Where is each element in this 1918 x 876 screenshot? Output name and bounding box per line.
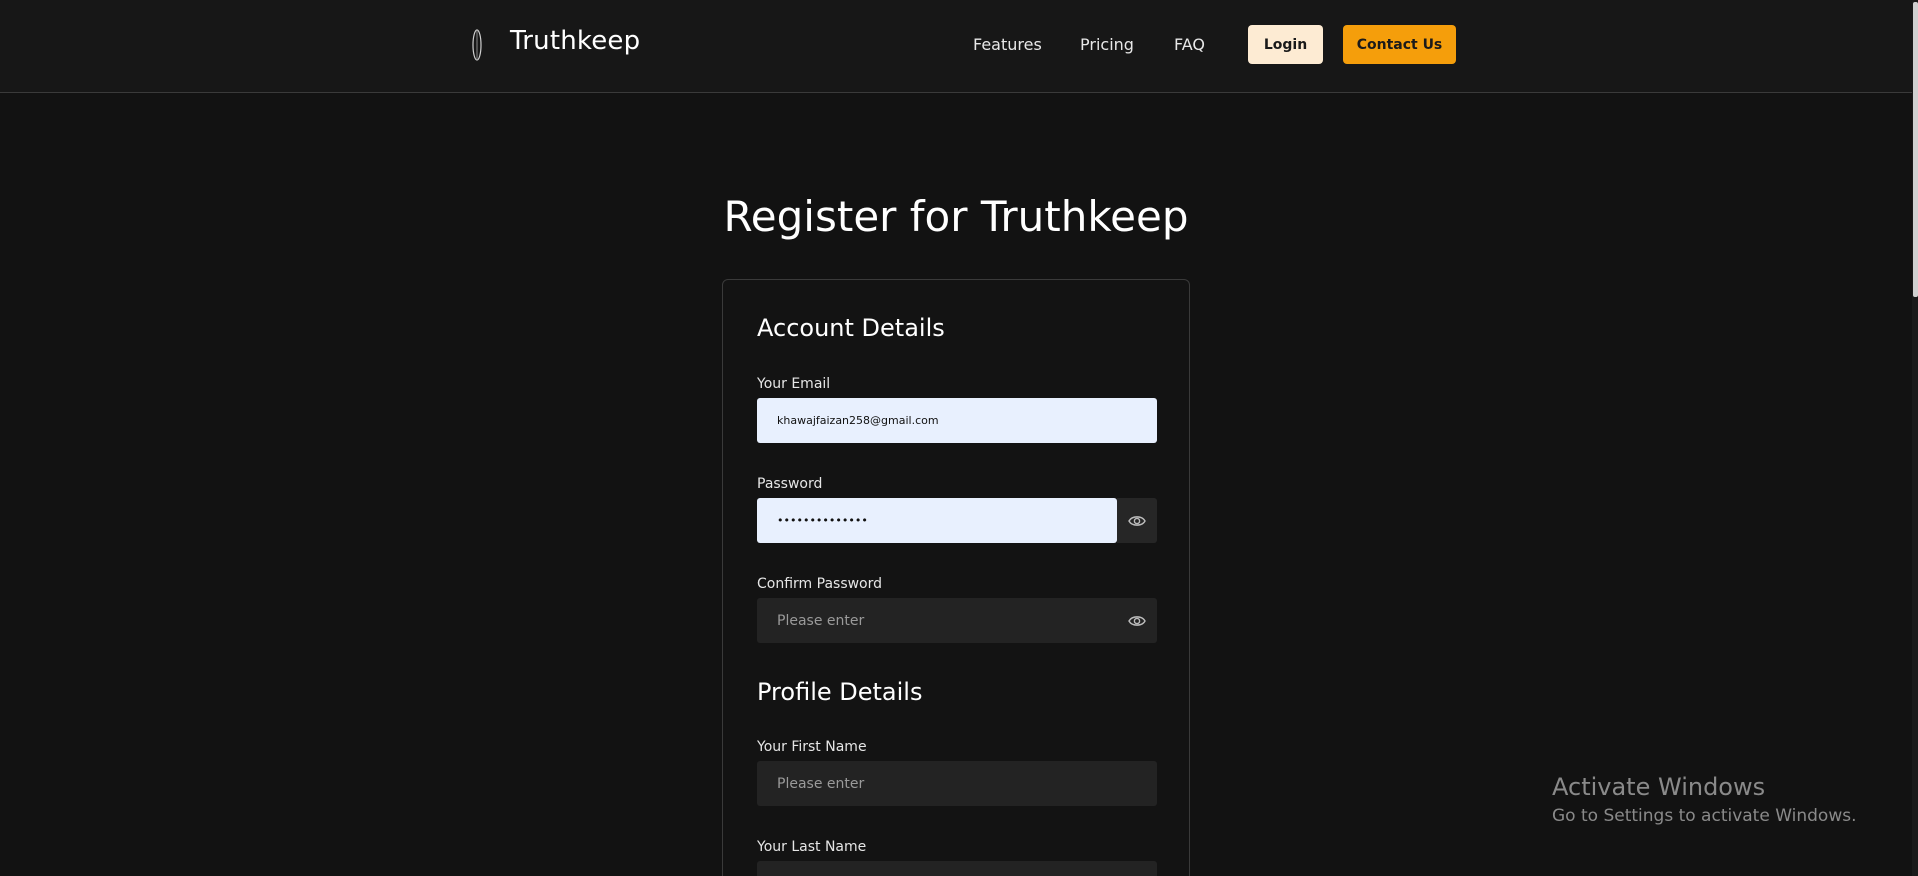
nav-link-faq[interactable]: FAQ (1174, 35, 1205, 54)
account-details-heading: Account Details (757, 314, 945, 342)
profile-details-heading: Profile Details (757, 678, 923, 706)
brand-name[interactable]: Truthkeep (510, 26, 640, 56)
eye-icon (1128, 515, 1146, 526)
email-field[interactable]: khawajfaizan258@gmail.com (757, 398, 1157, 443)
top-navbar: Truthkeep Features Pricing FAQ Login Con… (0, 0, 1918, 93)
last-name-field[interactable] (757, 861, 1157, 876)
nav-link-features[interactable]: Features (973, 35, 1042, 54)
first-name-placeholder: Please enter (777, 775, 865, 792)
first-name-field[interactable]: Please enter (757, 761, 1157, 806)
first-name-label: Your First Name (757, 739, 867, 755)
confirm-password-field[interactable]: Please enter (757, 598, 1157, 643)
eye-icon (1128, 615, 1146, 626)
password-visibility-toggle[interactable] (1117, 498, 1157, 543)
page-title: Register for Truthkeep (723, 192, 1189, 241)
feather-logo-icon[interactable] (468, 26, 486, 64)
page: Truthkeep Features Pricing FAQ Login Con… (0, 0, 1918, 876)
nav-link-pricing[interactable]: Pricing (1080, 35, 1134, 54)
confirm-password-label: Confirm Password (757, 576, 883, 592)
password-value: •••••••••••••• (777, 514, 868, 527)
confirm-password-placeholder: Please enter (777, 612, 865, 629)
registration-form: Account Details Your Email khawajfaizan2… (722, 279, 1190, 876)
email-label: Your Email (757, 376, 831, 392)
login-button[interactable]: Login (1248, 25, 1323, 64)
password-field[interactable]: •••••••••••••• (757, 498, 1117, 543)
activate-windows-subtitle: Go to Settings to activate Windows. (1552, 806, 1857, 826)
activate-windows-title: Activate Windows (1552, 773, 1766, 801)
scrollbar-thumb[interactable] (1913, 2, 1918, 297)
email-value: khawajfaizan258@gmail.com (777, 414, 939, 427)
confirm-password-visibility-toggle[interactable] (1117, 598, 1157, 643)
password-label: Password (757, 476, 823, 492)
last-name-label: Your Last Name (757, 839, 867, 855)
contact-us-button[interactable]: Contact Us (1343, 25, 1456, 64)
